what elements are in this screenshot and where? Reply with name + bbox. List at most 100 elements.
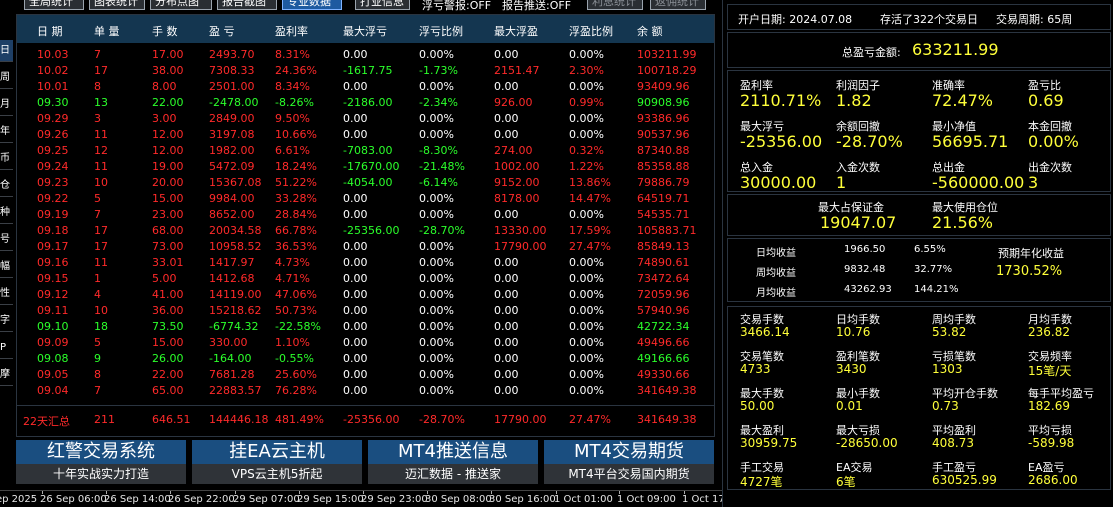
table-row[interactable]: 09.18 17 68.00 20034.58 66.78% -25356.00 -28.7… [17, 224, 714, 240]
table-row[interactable]: 09.09 5 15.00 330.00 1.10% 0.00 0.00% 0.00 0.00%… [17, 336, 714, 352]
table-cell: 17.00 [152, 48, 184, 61]
stat-value: 2686.00 [1028, 473, 1078, 487]
table-cell: 1.22% [569, 160, 604, 173]
table-cell: -4054.00 [343, 176, 393, 189]
table-cell: 0.00 [494, 112, 519, 125]
table-cell: 2501.00 [209, 80, 255, 93]
table-cell: 15218.62 [209, 304, 262, 317]
table-row[interactable]: 09.24 11 19.00 5472.09 18.24% -17670.00 -21.48… [17, 160, 714, 176]
table-cell: 0.00% [419, 320, 454, 333]
axis-label: ep 2025 [0, 494, 38, 505]
column-header[interactable]: 浮盈比例 [569, 23, 613, 39]
summary-cell: 144446.18 [209, 413, 269, 426]
table-row[interactable]: 09.11 10 36.00 15218.62 50.73% 0.00 0.00% 0.00 0… [17, 304, 714, 320]
stat-value: 1 [836, 173, 847, 192]
ad-mt4-push[interactable]: MT4推送信息 迈汇数据 - 推送家 [368, 440, 538, 486]
table-row[interactable]: 09.10 18 73.50 -6774.32 -22.58% 0.00 0.00% 0.00… [17, 320, 714, 336]
scatter-chart-button[interactable]: 分布点图 [150, 0, 212, 10]
table-cell: 73.50 [152, 320, 184, 333]
period-tab[interactable]: 月 [0, 94, 13, 116]
table-cell: 09.12 [37, 288, 69, 301]
ad-trading-system[interactable]: 红警交易系统 十年实战实力打造 [16, 440, 186, 486]
float-loss-alert-status[interactable]: 浮亏警报:OFF [422, 0, 491, 12]
table-cell: 0.00% [419, 48, 454, 61]
table-cell: 09.30 [37, 96, 69, 109]
table-row[interactable]: 10.03 7 17.00 2493.70 8.31% 0.00 0.00% 0.00 0.00… [17, 48, 714, 64]
period-tab[interactable]: 性 [0, 283, 13, 305]
table-cell: -6774.32 [209, 320, 259, 333]
table-cell: 0.00 [494, 336, 519, 349]
column-header[interactable]: 单 量 [94, 23, 120, 39]
average-return-section: 预期年化收益 1730.52% 日均收益 1966.50 6.55% 周均收益 9832… [727, 238, 1111, 302]
table-cell: 24.36% [275, 64, 317, 77]
column-header[interactable]: 手 数 [152, 23, 178, 39]
table-cell: 2493.70 [209, 48, 255, 61]
table-cell: 93386.96 [637, 112, 690, 125]
table-row[interactable]: 09.08 9 26.00 -164.00 -0.55% 0.00 0.00% 0.00 0.0… [17, 352, 714, 368]
global-stats-button[interactable]: 全局统计 [24, 0, 84, 10]
table-row[interactable]: 09.05 8 22.00 7681.28 25.60% 0.00 0.00% 0.00 0.0… [17, 368, 714, 384]
period-tab[interactable]: 币 [0, 148, 13, 170]
table-cell: 09.16 [37, 256, 69, 269]
table-row[interactable]: 09.22 5 15.00 9984.00 33.28% 0.00 0.00% 8178.00… [17, 192, 714, 208]
column-header[interactable]: 浮亏比例 [419, 23, 463, 39]
summary-cell: 22天汇总 [23, 415, 70, 428]
table-row[interactable]: 09.26 11 12.00 3197.08 10.66% 0.00 0.00% 0.00 0.… [17, 128, 714, 144]
period-tab[interactable]: 字 [0, 310, 13, 332]
column-header[interactable]: 日 期 [37, 23, 63, 39]
table-row[interactable]: 10.01 8 8.00 2501.00 8.34% 0.00 0.00% 0.00 0.00%… [17, 80, 714, 96]
period-tab[interactable]: 周 [0, 67, 13, 89]
table-row[interactable]: 09.19 7 23.00 8652.00 28.84% 0.00 0.00% 0.00 0.0… [17, 208, 714, 224]
table-cell: 17 [94, 224, 108, 237]
table-row[interactable]: 09.15 1 5.00 1412.68 4.71% 0.00 0.00% 0.00 0.00%… [17, 272, 714, 288]
table-row[interactable]: 10.02 17 38.00 7308.33 24.36% -1617.75 -1.73% 2… [17, 64, 714, 80]
table-cell: 10.02 [37, 64, 69, 77]
column-header[interactable]: 最大浮亏 [343, 23, 387, 39]
industry-info-button[interactable]: 打业信息 [355, 0, 410, 10]
period-tab[interactable]: P [0, 337, 13, 359]
table-cell: 11 [94, 160, 108, 173]
pro-data-button[interactable]: 专业数据 [282, 0, 342, 10]
column-header[interactable]: 最大浮盈 [494, 23, 538, 39]
table-cell: -164.00 [209, 352, 252, 365]
table-row[interactable]: 09.17 17 73.00 10958.52 36.53% 0.00 0.00% 17790… [17, 240, 714, 256]
table-cell: 0.00% [569, 112, 604, 125]
period-tab[interactable]: 种 [0, 202, 13, 224]
table-row[interactable]: 09.23 10 20.00 15367.08 51.22% -4054.00 -6.14%… [17, 176, 714, 192]
table-row[interactable]: 09.30 13 22.00 -2478.00 -8.26% -2186.00 -2.34%… [17, 96, 714, 112]
stat-value: 30000.00 [740, 173, 817, 192]
table-cell: 10 [94, 176, 108, 189]
rebate-stats-button[interactable]: 返佣统计 [650, 0, 706, 10]
table-cell: 0.00 [343, 240, 368, 253]
ad-subtitle: VPS云主机5折起 [192, 464, 362, 484]
period-tab[interactable]: 年 [0, 121, 13, 143]
table-row[interactable]: 09.29 3 3.00 2849.00 9.50% 0.00 0.00% 0.00 0.00%… [17, 112, 714, 128]
interest-stats-button[interactable]: 利息统计 [587, 0, 643, 10]
period-tab[interactable]: 日 [0, 40, 13, 62]
column-header[interactable]: 盈 亏 [209, 23, 235, 39]
table-cell: 17790.00 [494, 240, 547, 253]
report-screenshot-button[interactable]: 报告截图 [217, 0, 277, 10]
ad-title: 挂EA云主机 [192, 440, 362, 464]
chart-stats-button[interactable]: 图表统计 [89, 0, 145, 10]
table-row[interactable]: 09.12 4 41.00 14119.00 47.06% 0.00 0.00% 0.00 0.… [17, 288, 714, 304]
column-header[interactable]: 余 额 [637, 23, 663, 39]
table-cell: -2186.00 [343, 96, 393, 109]
table-cell: 3 [94, 112, 101, 125]
stat-value: 15笔/天 [1028, 364, 1072, 378]
period-tab[interactable]: 仓 [0, 175, 13, 197]
stat-value: 408.73 [932, 436, 974, 450]
column-header[interactable]: 盈利率 [275, 23, 308, 39]
table-row[interactable]: 09.25 12 12.00 1982.00 6.61% -7083.00 -8.30% 27… [17, 144, 714, 160]
table-row[interactable]: 09.16 11 33.01 1417.97 4.73% 0.00 0.00% 0.00 0.0… [17, 256, 714, 272]
period-tab[interactable]: 幅 [0, 256, 13, 278]
table-cell: 11 [94, 128, 108, 141]
ad-ea-cloud-host[interactable]: 挂EA云主机 VPS云主机5折起 [192, 440, 362, 486]
report-push-status[interactable]: 报告推送:OFF [502, 0, 571, 12]
table-cell: 90537.96 [637, 128, 690, 141]
ad-mt4-futures[interactable]: MT4交易期货 MT4平台交易国内期货 [544, 440, 714, 486]
period-tab[interactable]: 号 [0, 229, 13, 251]
table-row[interactable]: 09.04 7 65.00 22883.57 76.28% 0.00 0.00% 0.00 0.… [17, 384, 714, 400]
period-tab[interactable]: 摩 [0, 364, 13, 386]
table-cell: 0.00 [343, 320, 368, 333]
